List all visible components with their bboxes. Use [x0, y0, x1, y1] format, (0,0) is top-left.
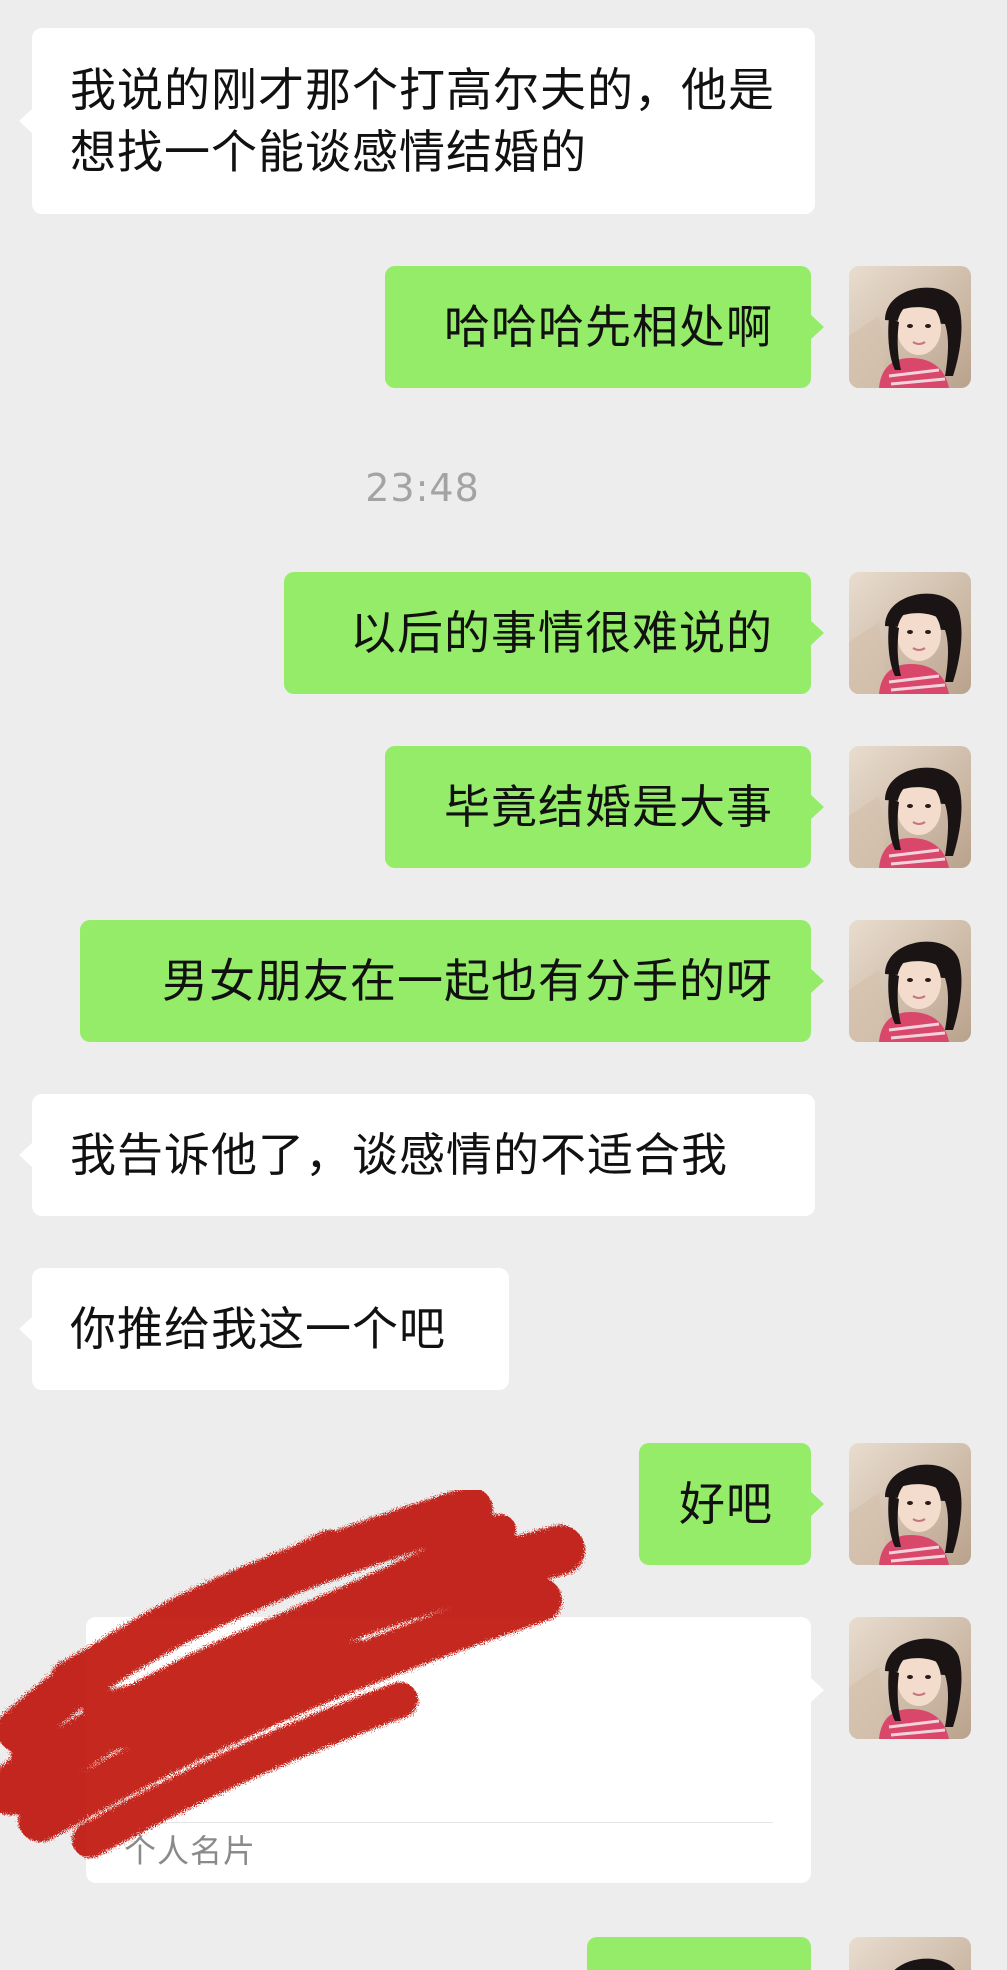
- message-text: 你推给我这一个吧: [70, 1302, 446, 1356]
- message-bubble-outgoing[interactable]: 好吧: [639, 1443, 811, 1565]
- user-avatar[interactable]: [849, 266, 971, 388]
- message-bubble-incoming[interactable]: 我说的刚才那个打高尔夫的，他是想找一个能谈感情结婚的: [32, 28, 815, 214]
- user-avatar[interactable]: [849, 1617, 971, 1739]
- user-avatar[interactable]: [849, 746, 971, 868]
- message-bubble-outgoing[interactable]: 哈哈哈先相处啊: [385, 266, 811, 388]
- message-bubble-incoming[interactable]: 你推给我这一个吧: [32, 1268, 509, 1390]
- user-avatar[interactable]: [849, 920, 971, 1042]
- message-text: 哈哈哈先相处啊: [444, 300, 773, 354]
- avatar-photo: [849, 266, 971, 388]
- avatar-photo: [849, 572, 971, 694]
- card-divider: [124, 1822, 773, 1823]
- contact-card-label: 个人名片: [124, 1832, 257, 1870]
- avatar-photo: [849, 746, 971, 868]
- message-text: 男女朋友在一起也有分手的呀: [162, 954, 773, 1008]
- user-avatar[interactable]: [849, 1443, 971, 1565]
- user-avatar[interactable]: [849, 572, 971, 694]
- message-text: 我说的刚才那个打高尔夫的，他是想找一个能谈感情结婚的: [70, 63, 775, 179]
- user-avatar[interactable]: [849, 1937, 971, 1970]
- message-text: 毕竟结婚是大事: [444, 780, 773, 834]
- message-text: 好吧: [679, 1477, 773, 1531]
- contact-card[interactable]: 个人名片: [86, 1617, 824, 1883]
- message-bubble-outgoing[interactable]: 毕竟结婚是大事: [385, 746, 811, 868]
- message-bubble-outgoing[interactable]: 男女朋友在一起也有分手的呀: [80, 920, 811, 1042]
- message-text: 我告诉他了，谈感情的不适合我: [70, 1128, 728, 1182]
- chat-view[interactable]: 我说的刚才那个打高尔夫的，他是想找一个能谈感情结婚的 哈哈哈先相处啊 23:48…: [0, 0, 1007, 1970]
- avatar-photo: [849, 1617, 971, 1739]
- avatar-photo: [849, 1937, 971, 1970]
- message-bubble-outgoing-partial[interactable]: [587, 1937, 811, 1970]
- message-bubble-incoming[interactable]: 我告诉他了，谈感情的不适合我: [32, 1094, 815, 1216]
- message-text: 以后的事情很难说的: [350, 606, 773, 660]
- avatar-photo: [849, 920, 971, 1042]
- avatar-photo: [849, 1443, 971, 1565]
- message-timestamp: 23:48: [365, 466, 480, 510]
- message-bubble-outgoing[interactable]: 以后的事情很难说的: [284, 572, 811, 694]
